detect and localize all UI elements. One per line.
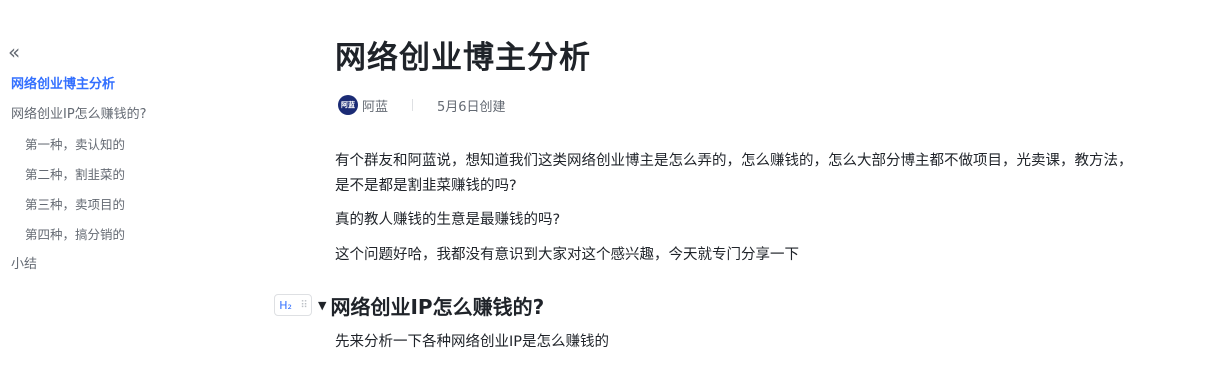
toc-item-title[interactable]: 网络创业博主分析 [0,70,200,100]
created-date: 5月6日创建 [437,99,506,115]
heading-block: H₂ ⠿ ▼ 网络创业IP怎么赚钱的? [274,291,544,319]
toc-item-type-4[interactable]: 第四种，搞分销的 [0,220,200,250]
paragraph[interactable]: 有个群友和阿蓝说，想知道我们这类网络创业博主是怎么弄的，怎么赚钱的，怎么大部分博… [335,149,1145,199]
meta-divider [412,99,414,111]
doc-meta: 阿蓝 阿蓝 5月6日创建 [338,94,506,116]
drag-grip-icon[interactable]: ⠿ [300,300,307,311]
paragraph[interactable]: 真的教人赚钱的生意是最赚钱的吗? [335,208,1145,233]
block-handle[interactable]: H₂ ⠿ [274,294,312,316]
collapse-sidebar-icon[interactable]: « [8,42,28,62]
author-name[interactable]: 阿蓝 [362,96,388,115]
page-title[interactable]: 网络创业博主分析 [335,32,591,77]
collapse-triangle-icon[interactable]: ▼ [318,299,326,312]
toc-item-type-3[interactable]: 第三种，卖项目的 [0,190,200,220]
table-of-contents: 网络创业博主分析 网络创业IP怎么赚钱的? 第一种，卖认知的 第二种，割韭菜的 … [0,70,200,280]
toc-item-type-1[interactable]: 第一种，卖认知的 [0,130,200,160]
toc-item-type-2[interactable]: 第二种，割韭菜的 [0,160,200,190]
heading-2-icon: H₂ [279,298,292,312]
section-heading[interactable]: 网络创业IP怎么赚钱的? [330,291,544,320]
avatar[interactable]: 阿蓝 [338,95,358,115]
paragraph[interactable]: 这个问题好哈，我都没有意识到大家对这个感兴趣，今天就专门分享一下 [335,243,1145,268]
paragraph[interactable]: 先来分析一下各种网络创业IP是怎么赚钱的 [335,330,1145,355]
toc-item-how-ip-earns[interactable]: 网络创业IP怎么赚钱的? [0,100,200,130]
toc-item-summary[interactable]: 小结 [0,250,200,280]
